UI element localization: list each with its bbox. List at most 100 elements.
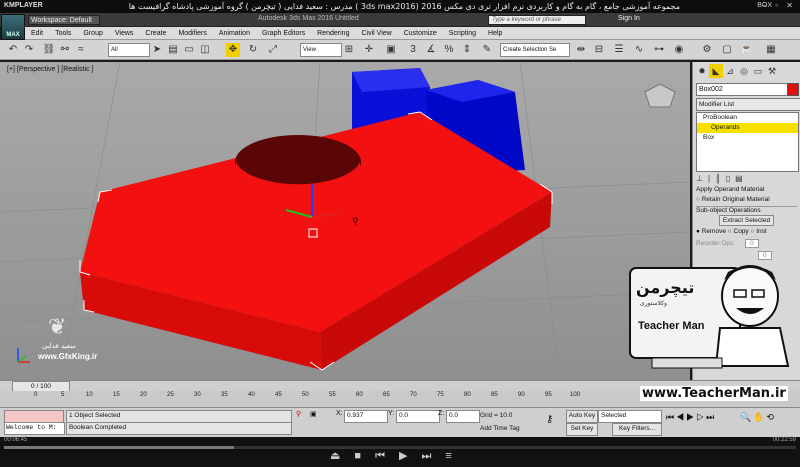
- hierarchy-tab-icon[interactable]: ⊿: [723, 64, 737, 78]
- percent-snap-icon[interactable]: %: [442, 43, 456, 57]
- angle-snap-icon[interactable]: ∡: [424, 43, 438, 57]
- menu-modifiers[interactable]: Modifiers: [172, 27, 212, 40]
- motion-tab-icon[interactable]: ◎: [737, 64, 751, 78]
- x-coord-field[interactable]: 0.937: [344, 410, 388, 423]
- extract-selected-button[interactable]: Extract Selected: [718, 215, 775, 226]
- create-tab-icon[interactable]: ✸: [695, 64, 709, 78]
- stack-item-operands[interactable]: Operands: [697, 123, 798, 133]
- reorder-ops-button[interactable]: Reorder Ops: [696, 240, 733, 247]
- material-editor-icon[interactable]: ◉: [672, 43, 686, 57]
- next-icon[interactable]: ⏭: [421, 450, 445, 462]
- play-icon[interactable]: ▶: [399, 450, 421, 462]
- select-scale-icon[interactable]: ⤢: [266, 43, 280, 57]
- menu-create[interactable]: Create: [139, 27, 172, 40]
- add-time-tag[interactable]: Add Time Tag: [480, 423, 520, 434]
- render-icon[interactable]: ☕: [740, 43, 754, 57]
- inst-radio[interactable]: Inst: [756, 228, 766, 235]
- tick-label: 50: [302, 392, 309, 398]
- curve-editor-icon[interactable]: ∿: [632, 43, 646, 57]
- tick-label: 15: [113, 392, 120, 398]
- menu-views[interactable]: Views: [109, 27, 140, 40]
- select-rotate-icon[interactable]: ↻: [246, 43, 260, 57]
- mirror-icon[interactable]: ⇹: [574, 43, 588, 57]
- named-selection-dropdown[interactable]: Create Selection Se: [500, 43, 570, 57]
- perspective-viewport[interactable]: ⚲ [+] [Perspective ] [Realistic ] ❦ سعید…: [0, 62, 690, 380]
- menu-help[interactable]: Help: [482, 27, 508, 40]
- y-coord-field[interactable]: 0.0: [396, 410, 440, 423]
- teacherman-website: www.TeacherMan.ir: [640, 386, 788, 401]
- key-filters-button[interactable]: Key Filters...: [612, 423, 662, 436]
- snaps-toggle-icon[interactable]: 3: [406, 43, 420, 57]
- select-move-icon[interactable]: ✥: [226, 43, 240, 57]
- sign-in-link[interactable]: Sign In: [618, 15, 640, 22]
- undo-icon[interactable]: ↶: [6, 43, 20, 57]
- schematic-view-icon[interactable]: ⊶: [652, 43, 666, 57]
- redo-icon[interactable]: ↷: [22, 43, 36, 57]
- playback-controls-icon[interactable]: ⏮◀▶▷⏭: [666, 412, 716, 423]
- stack-item-proboolean[interactable]: ProBoolean: [697, 113, 798, 123]
- window-controls[interactable]: – ▫ ✕: [763, 1, 796, 10]
- pivot-center-icon[interactable]: ⊞: [342, 43, 356, 57]
- display-tab-icon[interactable]: ▭: [751, 64, 765, 78]
- prev-icon[interactable]: ⏮: [375, 450, 399, 462]
- rendered-frame-icon[interactable]: ▢: [720, 43, 734, 57]
- abs-mode-icon[interactable]: ▣: [310, 410, 317, 418]
- window-crossing-icon[interactable]: ◫: [198, 43, 212, 57]
- menu-graph-editors[interactable]: Graph Editors: [256, 27, 311, 40]
- menu-civil-view[interactable]: Civil View: [355, 27, 397, 40]
- edit-named-sel-icon[interactable]: ✎: [480, 43, 494, 57]
- retain-material-radio[interactable]: ○ Retain Original Material: [696, 196, 797, 203]
- stop-icon[interactable]: ■: [354, 450, 375, 462]
- link-icon[interactable]: ⛓: [42, 43, 56, 57]
- z-coord-field[interactable]: 0.0: [446, 410, 480, 423]
- keyboard-shortcut-icon[interactable]: ▣: [384, 43, 398, 57]
- key-icon[interactable]: ⚷: [546, 414, 553, 425]
- view-cube[interactable]: [644, 83, 676, 108]
- eject-icon[interactable]: ⏏: [330, 450, 354, 462]
- object-color-swatch[interactable]: [787, 83, 799, 96]
- bind-space-warp-icon[interactable]: ≈: [74, 43, 88, 57]
- workspace-dropdown[interactable]: Workspace: Default: [28, 15, 100, 25]
- auto-key-button[interactable]: Auto Key: [566, 410, 598, 423]
- viewport-nav-icon[interactable]: 🔍✋⟲: [740, 412, 776, 423]
- viewport-label[interactable]: [+] [Perspective ] [Realistic ]: [7, 66, 94, 73]
- selection-filter-dropdown[interactable]: All: [108, 43, 150, 57]
- render-setup-icon[interactable]: ⚙: [700, 43, 714, 57]
- modifier-stack: ProBoolean Operands Box: [696, 112, 799, 172]
- remove-radio[interactable]: Remove: [702, 228, 726, 235]
- key-selection-dropdown[interactable]: Selected: [598, 410, 662, 423]
- menu-customize[interactable]: Customize: [398, 27, 443, 40]
- object-name-field[interactable]: Box002: [696, 83, 788, 96]
- align-icon[interactable]: ⊟: [592, 43, 606, 57]
- stack-buttons[interactable]: ⊥|║▯▤: [696, 174, 797, 186]
- subobj-rollout-title[interactable]: Sub-object Operations: [696, 206, 797, 214]
- caricature-face: [721, 265, 779, 327]
- menu-group[interactable]: Group: [77, 27, 108, 40]
- modify-tab-icon[interactable]: ◣: [709, 64, 723, 78]
- menu-scripting[interactable]: Scripting: [443, 27, 482, 40]
- menu-animation[interactable]: Animation: [213, 27, 256, 40]
- search-input[interactable]: Type a keyword or phrase: [488, 15, 586, 25]
- layer-manager-icon[interactable]: ☰: [612, 43, 626, 57]
- render-production-icon[interactable]: ▦: [764, 43, 778, 57]
- rect-selection-icon[interactable]: ▭: [182, 43, 196, 57]
- reorder-value[interactable]: 0: [745, 239, 759, 248]
- select-object-icon[interactable]: ➤: [150, 43, 164, 57]
- utilities-tab-icon[interactable]: ⚒: [765, 64, 779, 78]
- modifier-list-dropdown[interactable]: Modifier List: [696, 98, 800, 111]
- lock-selection-icon[interactable]: ⚲: [296, 410, 301, 418]
- stack-item-box[interactable]: Box: [697, 133, 798, 143]
- copy-radio[interactable]: Copy: [734, 228, 749, 235]
- menu-tools[interactable]: Tools: [49, 27, 77, 40]
- unlink-icon[interactable]: ⚯: [58, 43, 72, 57]
- ref-coord-dropdown[interactable]: View: [300, 43, 342, 57]
- menu-icon[interactable]: ≡: [445, 450, 465, 462]
- menu-rendering[interactable]: Rendering: [311, 27, 355, 40]
- manipulate-icon[interactable]: ✛: [362, 43, 376, 57]
- set-key-button[interactable]: Set Key: [566, 423, 598, 436]
- maxscript-mini-listener[interactable]: Welcome to M:: [4, 422, 65, 435]
- select-by-name-icon[interactable]: ▤: [166, 43, 180, 57]
- max-app-button[interactable]: MAX: [1, 14, 25, 40]
- menu-edit[interactable]: Edit: [25, 27, 49, 40]
- spinner-snap-icon[interactable]: ⇕: [460, 43, 474, 57]
